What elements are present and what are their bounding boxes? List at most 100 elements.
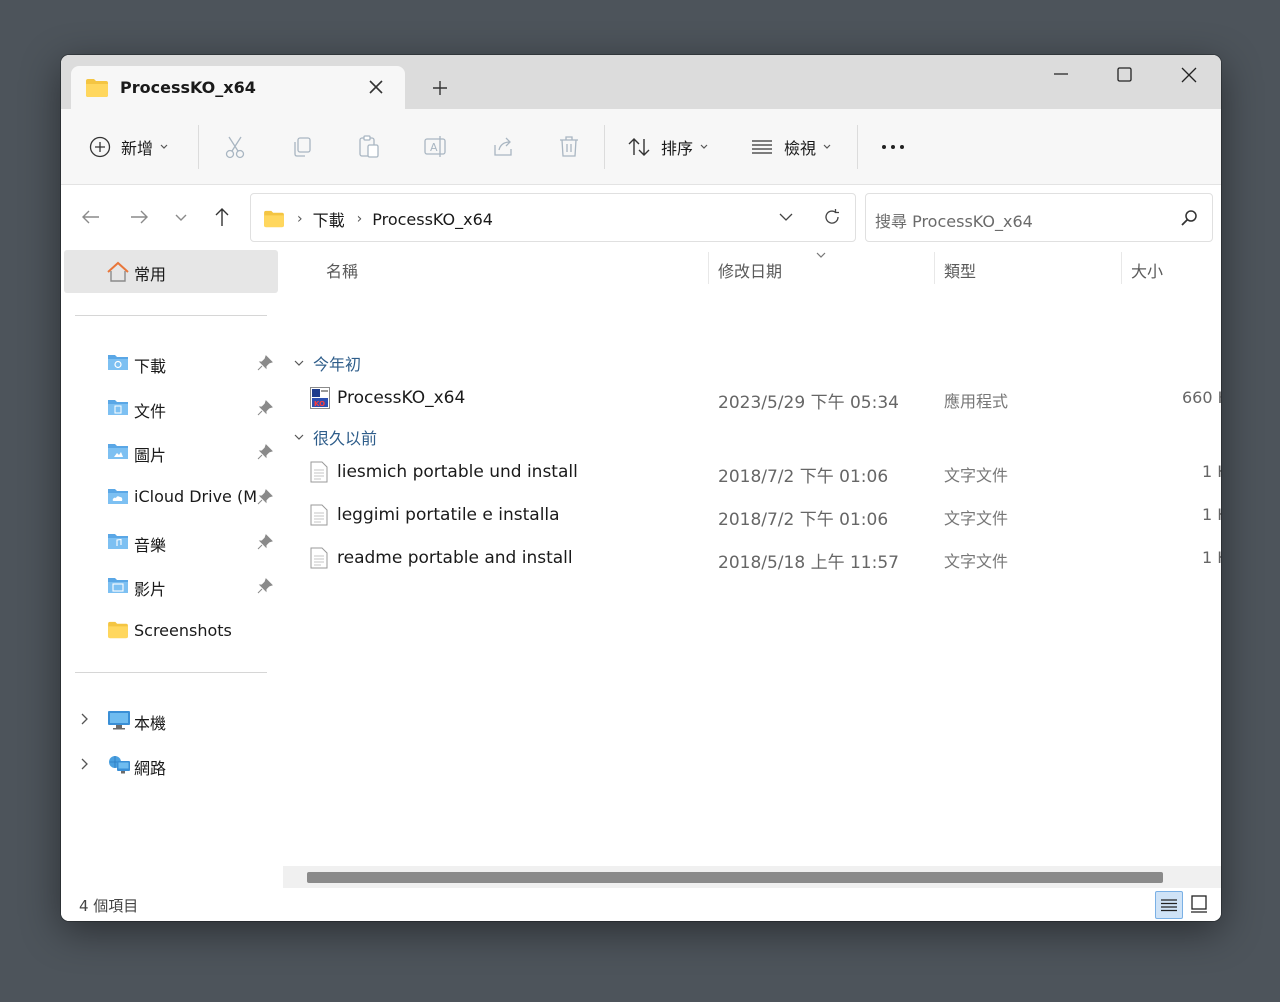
sidebar-item-network[interactable]: 網路 (61, 747, 281, 783)
close-icon[interactable] (1165, 63, 1213, 95)
minimize-icon[interactable] (1037, 63, 1085, 95)
chevron-down-icon[interactable] (777, 208, 795, 226)
file-type: 文字文件 (944, 466, 1009, 485)
delete-icon[interactable] (557, 133, 581, 161)
item-count: 4 個項目 (79, 897, 139, 915)
sidebar-item-label: 網路 (134, 759, 167, 778)
sidebar-item-this-pc[interactable]: 本機 (61, 702, 281, 738)
network-icon (109, 756, 130, 774)
share-icon[interactable] (491, 133, 515, 161)
sort-icon (628, 138, 650, 156)
sidebar-item-icloud[interactable]: iCloud Drive (M (61, 479, 281, 515)
sidebar-item-videos[interactable]: 影片 (61, 568, 281, 604)
file-size: 1 KB (1202, 462, 1221, 481)
sidebar-item-downloads[interactable]: 下載 (61, 345, 281, 381)
refresh-icon[interactable] (822, 207, 842, 227)
close-icon[interactable] (367, 78, 385, 96)
svg-text:A: A (430, 141, 438, 154)
column-header-name[interactable]: 名稱 (326, 258, 358, 282)
videos-folder-icon (108, 578, 128, 593)
scrollbar-thumb[interactable] (307, 872, 1163, 883)
tiles-view-button[interactable] (1186, 891, 1214, 919)
column-header-type[interactable]: 類型 (944, 258, 976, 282)
sidebar-item-label: 下載 (134, 357, 167, 376)
sidebar-item-label: 圖片 (134, 446, 167, 465)
this-pc-icon (108, 711, 130, 730)
file-name: ProcessKO_x64 (337, 388, 466, 408)
sidebar-item-pictures[interactable]: 圖片 (61, 434, 281, 470)
up-icon[interactable] (210, 205, 234, 229)
group-label: 今年初 (313, 355, 362, 374)
sidebar-item-label: 影片 (134, 580, 167, 599)
file-name: liesmich portable und install (337, 462, 578, 482)
pin-icon[interactable] (257, 355, 273, 371)
column-divider[interactable] (1121, 252, 1122, 284)
sidebar-item-label: 文件 (134, 402, 167, 421)
cut-icon[interactable] (223, 133, 247, 161)
sidebar-item-label: iCloud Drive (M (134, 487, 256, 506)
file-date: 2018/7/2 下午 01:06 (718, 467, 889, 487)
file-row[interactable]: liesmich portable und install 2018/7/2 下… (283, 452, 1221, 492)
svg-text:KO: KO (314, 400, 325, 408)
sidebar-item-label: 本機 (134, 714, 167, 733)
chevron-right-icon[interactable] (79, 712, 91, 726)
search-input[interactable]: 搜尋 ProcessKO_x64 (865, 193, 1213, 242)
more-icon[interactable] (879, 133, 907, 161)
downloads-folder-icon (108, 355, 128, 370)
plus-icon[interactable] (429, 77, 451, 99)
sort-button[interactable]: 排序 (627, 133, 709, 161)
file-row[interactable]: KO ProcessKO_x64 2023/5/29 下午 05:34 應用程式… (283, 378, 1221, 418)
search-icon (1181, 210, 1197, 226)
view-button[interactable]: 檢視 (750, 133, 832, 161)
list-view-icon (752, 140, 772, 154)
file-type: 文字文件 (944, 552, 1009, 571)
toolbar-divider (857, 125, 858, 169)
copy-icon[interactable] (290, 133, 314, 161)
folder-icon (108, 621, 128, 639)
sidebar-item-home[interactable]: 常用 (64, 250, 278, 293)
tab-processko[interactable]: ProcessKO_x64 (71, 66, 405, 109)
explorer-window: ProcessKO_x64 新增 A 排序 檢視 › 下載 › ProcessK… (61, 55, 1221, 921)
back-icon[interactable] (79, 205, 103, 229)
rename-icon[interactable]: A (423, 133, 449, 161)
details-view-button[interactable] (1155, 891, 1183, 919)
sidebar-item-documents[interactable]: 文件 (61, 390, 281, 426)
sidebar-item-screenshots[interactable]: Screenshots (61, 613, 281, 649)
address-bar[interactable]: › 下載 › ProcessKO_x64 (250, 193, 856, 242)
breadcrumb-downloads[interactable]: 下載 (313, 207, 345, 231)
paste-icon[interactable] (357, 133, 381, 161)
folder-icon (86, 79, 108, 97)
chevron-right-icon[interactable] (79, 757, 91, 771)
recent-locations-icon[interactable] (169, 205, 193, 229)
column-divider[interactable] (708, 252, 709, 284)
pin-icon[interactable] (257, 444, 273, 460)
group-label: 很久以前 (313, 429, 378, 448)
column-divider[interactable] (934, 252, 935, 284)
sort-label: 排序 (661, 139, 694, 158)
file-row[interactable]: leggimi portatile e installa 2018/7/2 下午… (283, 495, 1221, 535)
text-file-icon (310, 504, 328, 526)
column-header-size[interactable]: 大小 (1131, 258, 1163, 282)
new-label: 新增 (121, 139, 154, 158)
breadcrumb-current[interactable]: ProcessKO_x64 (372, 210, 493, 229)
group-header[interactable]: 今年初 (293, 351, 361, 375)
horizontal-scrollbar[interactable] (283, 866, 1221, 888)
pin-icon[interactable] (257, 400, 273, 416)
tiles-view-icon (1191, 895, 1207, 913)
column-header-date[interactable]: 修改日期 (718, 258, 782, 282)
file-size: 660 KB (1182, 388, 1221, 407)
file-row[interactable]: readme portable and install 2018/5/18 上午… (283, 538, 1221, 578)
maximize-icon[interactable] (1100, 63, 1148, 95)
pin-icon[interactable] (257, 534, 273, 550)
file-name: leggimi portatile e installa (337, 505, 560, 525)
folder-icon (264, 210, 284, 228)
pin-icon[interactable] (257, 578, 273, 594)
group-header[interactable]: 很久以前 (293, 425, 377, 449)
file-size: 1 KB (1202, 548, 1221, 567)
sidebar-item-music[interactable]: 音樂 (61, 524, 281, 560)
pin-icon[interactable] (257, 489, 273, 505)
navigation-pane: 常用 下載 文件 圖片 iCloud Drive (M 音樂 影片 Screen… (61, 248, 281, 888)
forward-icon[interactable] (127, 205, 151, 229)
new-button[interactable]: 新增 (89, 133, 169, 161)
file-name: readme portable and install (337, 548, 573, 568)
